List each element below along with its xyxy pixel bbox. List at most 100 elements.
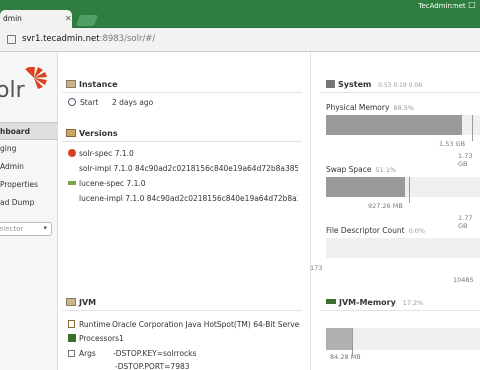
browser-tab[interactable]: dmin ✕ bbox=[0, 10, 72, 28]
url-text[interactable]: svr1.tecadmin.net:8983/solr/#/ bbox=[22, 34, 155, 44]
maximize-icon[interactable]: □ bbox=[466, 0, 478, 12]
file-descriptor-used: 173 bbox=[310, 264, 323, 272]
jvm-memory-used: 84.28 MB bbox=[330, 353, 361, 361]
divider bbox=[62, 310, 302, 311]
version-row: solr-impl 7.1.0 84c90ad2c0218156c840e19a… bbox=[68, 164, 298, 173]
version-label: lucene-impl bbox=[79, 194, 123, 203]
runtime-label: Runtime bbox=[79, 320, 111, 329]
swap-space-marker bbox=[409, 177, 410, 203]
processors-value: 1 bbox=[119, 334, 124, 343]
version-value: 7.1.0 84c90ad2c0218156c840e19a64d72b8a38… bbox=[125, 194, 298, 203]
address-bar[interactable]: svr1.tecadmin.net:8983/solr/#/ bbox=[0, 28, 480, 52]
jvm-memory-bar bbox=[326, 328, 480, 350]
physical-memory-fill bbox=[326, 115, 463, 135]
jvm-args-row: -DSTOP.PORT=7983 bbox=[115, 362, 190, 370]
jvm-runtime-row: Runtime Oracle Corporation Java HotSpot(T… bbox=[68, 320, 300, 329]
swap-space-used: 927.26 MB bbox=[368, 202, 403, 210]
args-label: Args bbox=[79, 349, 96, 358]
args-value: -DSTOP.PORT=7983 bbox=[115, 362, 190, 370]
version-row: lucene-impl 7.1.0 84c90ad2c0218156c840e1… bbox=[68, 194, 298, 203]
physical-memory-bar bbox=[326, 115, 480, 135]
lucene-icon bbox=[68, 181, 76, 185]
versions-title-text: Versions bbox=[79, 129, 118, 138]
file-descriptor-label: File Descriptor Count 0.0% bbox=[326, 226, 425, 235]
args-value: -DSTOP.KEY=solrrocks bbox=[113, 349, 197, 358]
version-value: 7.1.0 84c90ad2c0218156c840e19a64d72b8a38… bbox=[113, 164, 298, 173]
solr-icon bbox=[68, 149, 76, 157]
sidebar-item-core-admin[interactable]: Admin bbox=[0, 158, 58, 176]
browser-tab-bar: dmin ✕ TecAdmin.net – □ bbox=[0, 0, 480, 28]
jvm-memory-panel-title: JVM-Memory 17.2% bbox=[326, 298, 423, 307]
jvm-memory-fill bbox=[326, 328, 353, 350]
physical-memory-used: 1.53 GB bbox=[439, 140, 466, 148]
physical-memory-text: Physical Memory bbox=[326, 103, 390, 112]
sidebar: olr hboard ging Admin Properties ad Dump… bbox=[0, 52, 58, 370]
core-selector-placeholder: elector bbox=[0, 225, 24, 233]
processors-label: Processors bbox=[79, 334, 120, 343]
start-label: Start bbox=[80, 98, 99, 107]
column-divider bbox=[310, 52, 311, 370]
version-label: solr-impl bbox=[79, 164, 112, 173]
jvm-memory-pct: 17.2% bbox=[402, 299, 424, 307]
runtime-value: Oracle Corporation Java HotSpot(TM) 64-B… bbox=[112, 320, 300, 329]
file-descriptor-text: File Descriptor Count bbox=[326, 226, 405, 235]
version-row: solr-spec 7.1.0 bbox=[68, 149, 134, 158]
sidebar-item-logging[interactable]: ging bbox=[0, 140, 58, 158]
jvm-memory-title-text: JVM-Memory bbox=[339, 298, 396, 307]
physical-memory-total: 1.73 GB bbox=[458, 152, 473, 168]
swap-space-bar bbox=[326, 177, 480, 197]
jvm-memory-marker bbox=[352, 328, 353, 356]
physical-memory-marker bbox=[472, 115, 473, 141]
swap-space-pct: 51.1% bbox=[375, 166, 397, 174]
solr-logo[interactable]: olr bbox=[0, 64, 50, 103]
minimize-icon[interactable]: – bbox=[448, 0, 460, 12]
file-descriptor-bar bbox=[326, 238, 480, 258]
clock-icon bbox=[68, 98, 76, 106]
divider bbox=[320, 310, 480, 311]
system-icon bbox=[326, 80, 335, 88]
version-row: lucene-spec 7.1.0 bbox=[68, 179, 146, 188]
start-value: 2 days ago bbox=[112, 98, 154, 107]
sidebar-item-dashboard[interactable]: hboard bbox=[0, 122, 58, 140]
physical-memory-pct: 88.5% bbox=[393, 104, 415, 112]
version-label: solr-spec bbox=[79, 149, 113, 158]
url-path: :8983/solr/#/ bbox=[99, 34, 156, 44]
swap-space-total: 1.77 GB bbox=[458, 214, 473, 230]
file-descriptor-pct: 0.0% bbox=[408, 227, 426, 235]
swap-space-label: Swap Space 51.1% bbox=[326, 165, 396, 174]
system-load: 0.53 0.19 0.06 bbox=[378, 82, 423, 89]
system-title-text: System bbox=[338, 80, 372, 89]
sidebar-item-java-properties[interactable]: Properties bbox=[0, 176, 58, 194]
divider bbox=[320, 92, 480, 93]
new-tab-button[interactable] bbox=[75, 15, 99, 26]
version-label: lucene-spec bbox=[79, 179, 125, 188]
sidebar-item-thread-dump[interactable]: ad Dump bbox=[0, 194, 58, 212]
divider bbox=[62, 141, 302, 142]
processor-icon bbox=[68, 334, 76, 342]
jvm-panel-title: JVM bbox=[66, 298, 96, 307]
browser-tab-title: dmin bbox=[3, 14, 22, 23]
version-value: 7.1.0 bbox=[126, 179, 146, 188]
brand-badge: TecAdmin.net bbox=[414, 0, 470, 12]
system-panel-title: System 0.53 0.19 0.06 bbox=[326, 80, 422, 89]
core-selector[interactable]: elector ▾ bbox=[0, 222, 52, 236]
args-icon bbox=[68, 350, 75, 357]
versions-icon bbox=[66, 129, 76, 137]
divider bbox=[62, 92, 302, 93]
jvm-title-text: JVM bbox=[79, 298, 97, 307]
jvm-icon bbox=[66, 298, 76, 306]
solr-admin-page: olr hboard ging Admin Properties ad Dump… bbox=[0, 52, 480, 370]
chevron-down-icon: ▾ bbox=[43, 224, 47, 232]
instance-title-text: Instance bbox=[79, 80, 118, 89]
jvm-args-row: Args -DSTOP.KEY=solrrocks bbox=[68, 349, 196, 358]
url-host: svr1.tecadmin.net bbox=[22, 34, 100, 44]
version-value: 7.1.0 bbox=[114, 149, 134, 158]
swap-space-fill bbox=[326, 177, 405, 197]
close-tab-icon[interactable]: ✕ bbox=[65, 14, 72, 23]
instance-icon bbox=[66, 80, 76, 88]
versions-panel-title: Versions bbox=[66, 129, 118, 138]
jvm-processors-row: Processors1 bbox=[68, 334, 124, 343]
instance-panel-title: Instance bbox=[66, 80, 118, 89]
page-info-icon[interactable] bbox=[7, 35, 16, 44]
logo-text: olr bbox=[0, 78, 25, 103]
